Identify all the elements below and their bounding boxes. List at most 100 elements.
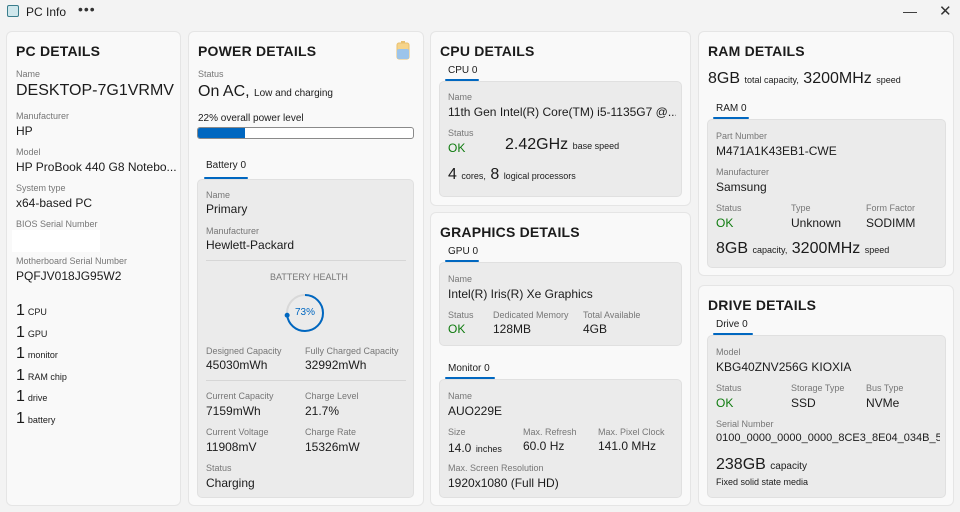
ram-manufacturer-label: Manufacturer — [716, 167, 770, 177]
cpu-cores: 4 cores, 8 logical processors — [448, 166, 576, 183]
power-details-title: POWER DETAILS — [198, 43, 317, 59]
charge-rate-label: Charge Rate — [305, 427, 357, 437]
pc-details-title: PC DETAILS — [16, 43, 101, 59]
power-status: On AC, Low and charging — [198, 83, 333, 100]
cpu-status-label: Status — [448, 128, 474, 138]
designed-capacity-label: Designed Capacity — [206, 346, 282, 356]
battery-divider-2 — [206, 380, 406, 381]
max-resolution-value: 1920x1080 (Full HD) — [448, 476, 559, 490]
power-level-fill — [198, 128, 246, 138]
drive-capacity: 238GB capacity — [716, 456, 807, 473]
tab-drive-0[interactable]: Drive 0 — [716, 319, 748, 330]
mb-serial-label: Motherboard Serial Number — [16, 256, 128, 266]
charge-rate-value: 15326mW — [305, 440, 360, 454]
tab-ram-0[interactable]: RAM 0 — [716, 103, 747, 114]
cpu-name-label: Name — [448, 92, 473, 102]
charge-level-value: 21.7% — [305, 404, 340, 418]
storage-type-value: SSD — [791, 396, 816, 410]
gpu-status-label: Status — [448, 310, 474, 320]
count-battery: 1 battery — [16, 410, 56, 427]
tab-gpu-0[interactable]: GPU 0 — [448, 246, 478, 257]
monitor-name-label: Name — [448, 391, 473, 401]
form-factor-value: SODIMM — [866, 216, 916, 230]
part-number-value: M471A1K43EB1-CWE — [716, 144, 837, 158]
max-refresh-value: 60.0 Hz — [523, 439, 565, 453]
current-capacity-label: Current Capacity — [206, 391, 274, 401]
drive-model-value: KBG40ZNV256G KIOXIA — [716, 360, 852, 374]
dedicated-memory-value: 128MB — [493, 322, 532, 336]
cpu-status-value: OK — [448, 141, 466, 155]
ram-type-label: Type — [791, 203, 811, 213]
app-icon — [7, 5, 19, 17]
ram-status-value: OK — [716, 216, 734, 230]
drive-details-title: DRIVE DETAILS — [708, 297, 817, 313]
battery-name-label: Name — [206, 190, 231, 200]
gpu-panel — [439, 262, 682, 346]
drive-serial-label: Serial Number — [716, 419, 774, 429]
pc-model-label: Model — [16, 147, 41, 157]
tab-monitor-0[interactable]: Monitor 0 — [448, 363, 490, 374]
pc-manufacturer-value: HP — [16, 124, 33, 138]
bios-serial-redacted — [12, 230, 100, 252]
mb-serial-value: PQFJV018JG95W2 — [16, 269, 122, 283]
cpu-details-title: CPU DETAILS — [440, 43, 535, 59]
pc-manufacturer-label: Manufacturer — [16, 111, 70, 121]
gpu-name-value: Intel(R) Iris(R) Xe Graphics — [448, 287, 593, 301]
more-options-icon[interactable]: ••• — [78, 1, 96, 17]
total-available-label: Total Available — [583, 310, 641, 320]
gpu-name-label: Name — [448, 274, 473, 284]
full-capacity-value: 32992mWh — [305, 358, 367, 372]
battery-manufacturer-value: Hewlett-Packard — [206, 238, 295, 252]
tab-battery-0[interactable]: Battery 0 — [206, 160, 246, 171]
charge-level-label: Charge Level — [305, 391, 359, 401]
drive-status-label: Status — [716, 383, 742, 393]
count-gpu: 1 GPU — [16, 324, 48, 341]
current-voltage-value: 11908mV — [206, 440, 257, 454]
cpu-name-value: 11th Gen Intel(R) Core(TM) i5-1135G7 @..… — [448, 105, 676, 119]
drive-model-label: Model — [716, 347, 741, 357]
battery-health-value: 73% — [294, 307, 315, 318]
current-voltage-label: Current Voltage — [206, 427, 269, 437]
dedicated-memory-label: Dedicated Memory — [493, 310, 569, 320]
total-available-value: 4GB — [583, 322, 608, 336]
battery-status-value: Charging — [206, 476, 255, 490]
designed-capacity-value: 45030mWh — [206, 358, 268, 372]
power-level-text: 22% overall power level — [198, 113, 304, 124]
count-drive: 1 drive — [16, 388, 48, 405]
storage-type-label: Storage Type — [791, 383, 845, 393]
tab-cpu-0[interactable]: CPU 0 — [448, 65, 477, 76]
ram-status-label: Status — [716, 203, 742, 213]
drive-status-value: OK — [716, 396, 734, 410]
bios-serial-label: BIOS Serial Number — [16, 219, 98, 229]
current-capacity-value: 7159mWh — [206, 404, 261, 418]
bus-type-label: Bus Type — [866, 383, 904, 393]
system-type-value: x64-based PC — [16, 196, 93, 210]
pc-name-label: Name — [16, 69, 41, 79]
drive-serial-value: 0100_0000_0000_0000_8CE3_8E04_034B_5... — [716, 432, 940, 444]
part-number-label: Part Number — [716, 131, 768, 141]
minimize-button[interactable]: — — [903, 3, 917, 19]
close-button[interactable]: ✕ — [939, 2, 952, 20]
max-resolution-label: Max. Screen Resolution — [448, 463, 544, 473]
monitor-size-value: 14.0 inches — [448, 441, 502, 455]
pixel-clock-value: 141.0 MHz — [598, 439, 657, 453]
ram-summary: 8GB total capacity, 3200MHz speed — [708, 70, 901, 87]
full-capacity-label: Fully Charged Capacity — [305, 346, 399, 356]
battery-health-label: BATTERY HEALTH — [270, 272, 348, 282]
monitor-name-value: AUO229E — [448, 404, 503, 418]
power-status-label: Status — [198, 69, 224, 79]
count-monitor: 1 monitor — [16, 345, 58, 362]
pc-name-value: DESKTOP-7G1VRMV — [16, 82, 174, 99]
count-cpu: 1 CPU — [16, 302, 47, 319]
power-level-bar — [197, 127, 414, 139]
bus-type-value: NVMe — [866, 396, 900, 410]
battery-divider-1 — [206, 260, 406, 261]
ram-type-value: Unknown — [791, 216, 842, 230]
drive-media-type: Fixed solid state media — [716, 477, 809, 487]
battery-name-value: Primary — [206, 202, 248, 216]
gpu-status-value: OK — [448, 322, 466, 336]
ram-manufacturer-value: Samsung — [716, 180, 767, 194]
title-bar: PC Info ••• — ✕ — [0, 0, 960, 26]
system-type-label: System type — [16, 183, 66, 193]
ram-details-title: RAM DETAILS — [708, 43, 805, 59]
